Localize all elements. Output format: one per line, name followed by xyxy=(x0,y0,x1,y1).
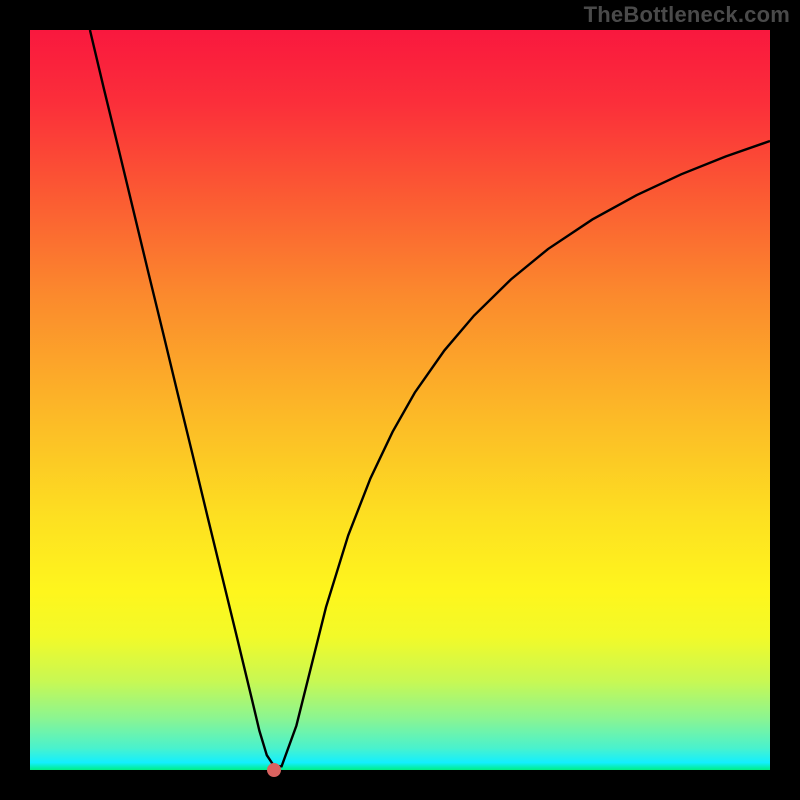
plot-area xyxy=(30,30,770,770)
chart-frame: TheBottleneck.com xyxy=(0,0,800,800)
bottleneck-curve-path xyxy=(90,30,770,766)
curve-svg xyxy=(30,30,770,770)
watermark-text: TheBottleneck.com xyxy=(584,2,790,28)
minimum-marker xyxy=(267,763,281,777)
